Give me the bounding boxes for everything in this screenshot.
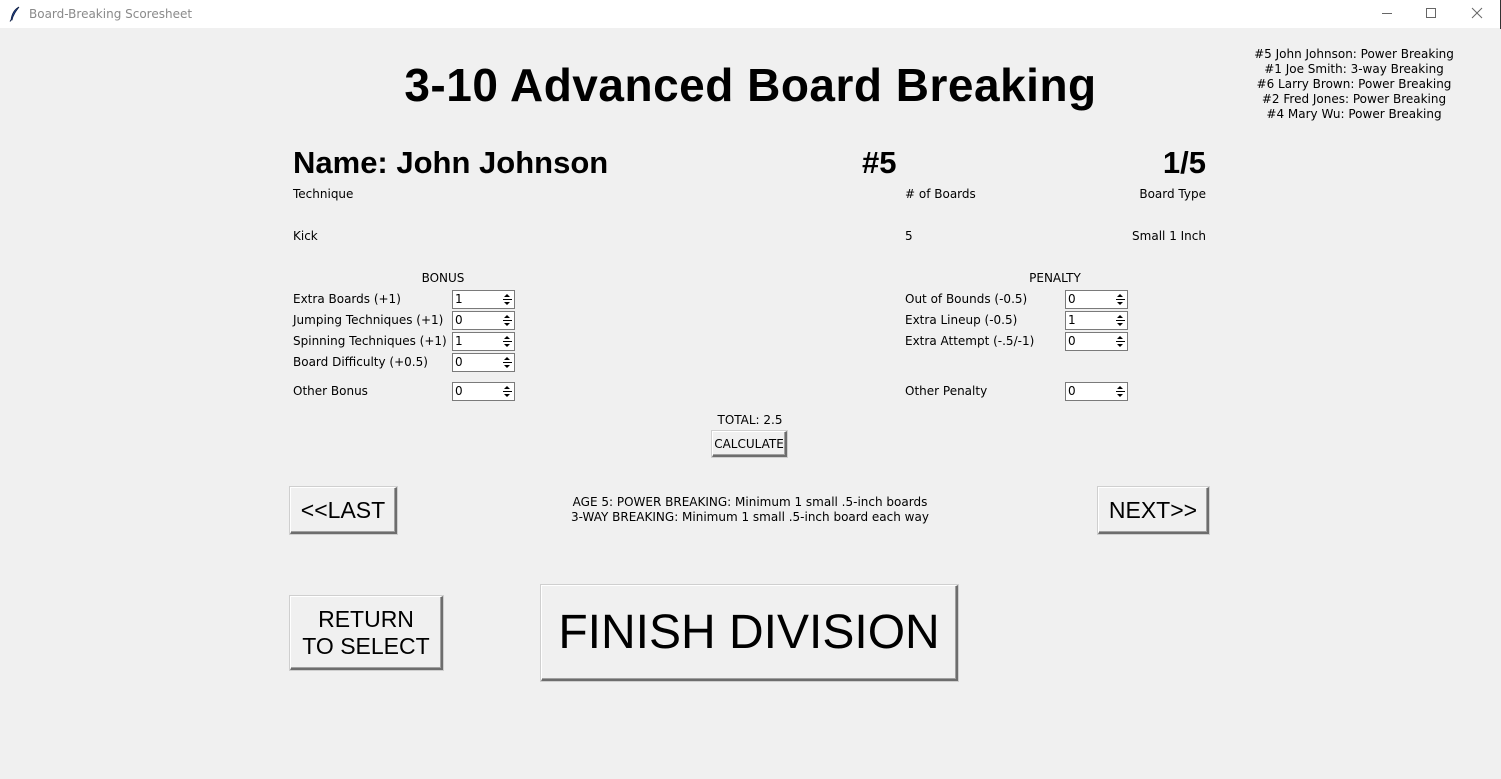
spinbox-value[interactable]: 0 [1068, 384, 1076, 398]
penalty-label: Out of Bounds (-0.5) [905, 292, 1028, 306]
other-bonus-spinbox[interactable]: 0 [452, 382, 515, 401]
spin-arrows-icon[interactable] [501, 291, 514, 308]
window-title: Board-Breaking Scoresheet [29, 7, 193, 21]
spinbox-value[interactable]: 0 [455, 384, 463, 398]
competitor-number: #5 [862, 145, 897, 180]
return-label-line1: RETURN [318, 605, 414, 632]
spin-arrows-icon[interactable] [501, 333, 514, 350]
extra-attempt-spinbox[interactable]: 0 [1065, 332, 1128, 351]
next-button[interactable]: NEXT>> [1098, 487, 1209, 534]
maximize-icon [1425, 6, 1437, 24]
total-score: TOTAL: 2.5 [717, 413, 783, 427]
spin-arrows-icon[interactable] [501, 383, 514, 400]
bonus-label: Board Difficulty (+0.5) [293, 355, 428, 369]
technique-value: Kick [293, 229, 318, 243]
bonus-header: BONUS [421, 271, 465, 285]
extra-boards-spinbox[interactable]: 1 [452, 290, 515, 309]
technique-label: Technique [293, 187, 354, 201]
window-titlebar: Board-Breaking Scoresheet [0, 0, 1501, 29]
extra-lineup-spinbox[interactable]: 1 [1065, 311, 1128, 330]
boards-value: 5 [905, 229, 913, 243]
bonus-label: Extra Boards (+1) [293, 292, 401, 306]
roster-list: #5 John Johnson: Power Breaking #1 Joe S… [1240, 47, 1468, 122]
spin-arrows-icon[interactable] [1114, 312, 1127, 329]
maximize-button[interactable] [1408, 0, 1454, 29]
spinbox-value[interactable]: 0 [1068, 292, 1076, 306]
spinbox-value[interactable]: 0 [1068, 334, 1076, 348]
bonus-label: Jumping Techniques (+1) [293, 313, 444, 327]
spinning-techniques-spinbox[interactable]: 1 [452, 332, 515, 351]
competitor-name: Name: John Johnson [293, 145, 609, 180]
spinbox-value[interactable]: 1 [1068, 313, 1076, 327]
competitor-position: 1/5 [1162, 145, 1206, 180]
roster-item: #1 Joe Smith: 3-way Breaking [1264, 62, 1444, 76]
spin-arrows-icon[interactable] [1114, 291, 1127, 308]
rules-line-2: 3-WAY BREAKING: Minimum 1 small .5-inch … [571, 510, 929, 524]
return-label-line2: TO SELECT [302, 632, 430, 659]
other-bonus-label: Other Bonus [293, 384, 368, 398]
last-button[interactable]: <<LAST [290, 487, 397, 534]
spin-arrows-icon[interactable] [501, 312, 514, 329]
bonus-label: Spinning Techniques (+1) [293, 334, 447, 348]
spinbox-value[interactable]: 1 [455, 334, 463, 348]
penalty-header: PENALTY [1029, 271, 1081, 285]
close-button[interactable] [1454, 0, 1500, 29]
out-of-bounds-spinbox[interactable]: 0 [1065, 290, 1128, 309]
minimize-button[interactable] [1364, 0, 1410, 29]
board-type-label: Board Type [1139, 187, 1206, 201]
roster-item: #4 Mary Wu: Power Breaking [1266, 107, 1442, 121]
return-to-select-button[interactable]: RETURN TO SELECT [290, 596, 443, 670]
spin-arrows-icon[interactable] [1114, 383, 1127, 400]
spin-arrows-icon[interactable] [1114, 333, 1127, 350]
penalty-label: Extra Attempt (-.5/-1) [905, 334, 1035, 348]
rules-line-1: AGE 5: POWER BREAKING: Minimum 1 small .… [572, 495, 928, 509]
spinbox-value[interactable]: 0 [455, 355, 463, 369]
other-penalty-spinbox[interactable]: 0 [1065, 382, 1128, 401]
board-type-value: Small 1 Inch [1132, 229, 1206, 243]
roster-item: #2 Fred Jones: Power Breaking [1261, 92, 1447, 106]
other-penalty-label: Other Penalty [905, 384, 988, 398]
boards-label: # of Boards [905, 187, 976, 201]
spin-arrows-icon[interactable] [501, 354, 514, 371]
jumping-techniques-spinbox[interactable]: 0 [452, 311, 515, 330]
spinbox-value[interactable]: 1 [455, 292, 463, 306]
finish-division-button[interactable]: FINISH DIVISION [541, 585, 958, 681]
calculate-button[interactable]: CALCULATE [712, 431, 787, 457]
roster-item: #5 John Johnson: Power Breaking [1254, 47, 1454, 61]
roster-item: #6 Larry Brown: Power Breaking [1256, 77, 1452, 91]
board-difficulty-spinbox[interactable]: 0 [452, 353, 515, 372]
feather-icon [9, 6, 21, 22]
close-icon [1471, 6, 1483, 24]
spinbox-value[interactable]: 0 [455, 313, 463, 327]
minimize-icon [1381, 6, 1393, 24]
penalty-label: Extra Lineup (-0.5) [905, 313, 1018, 327]
